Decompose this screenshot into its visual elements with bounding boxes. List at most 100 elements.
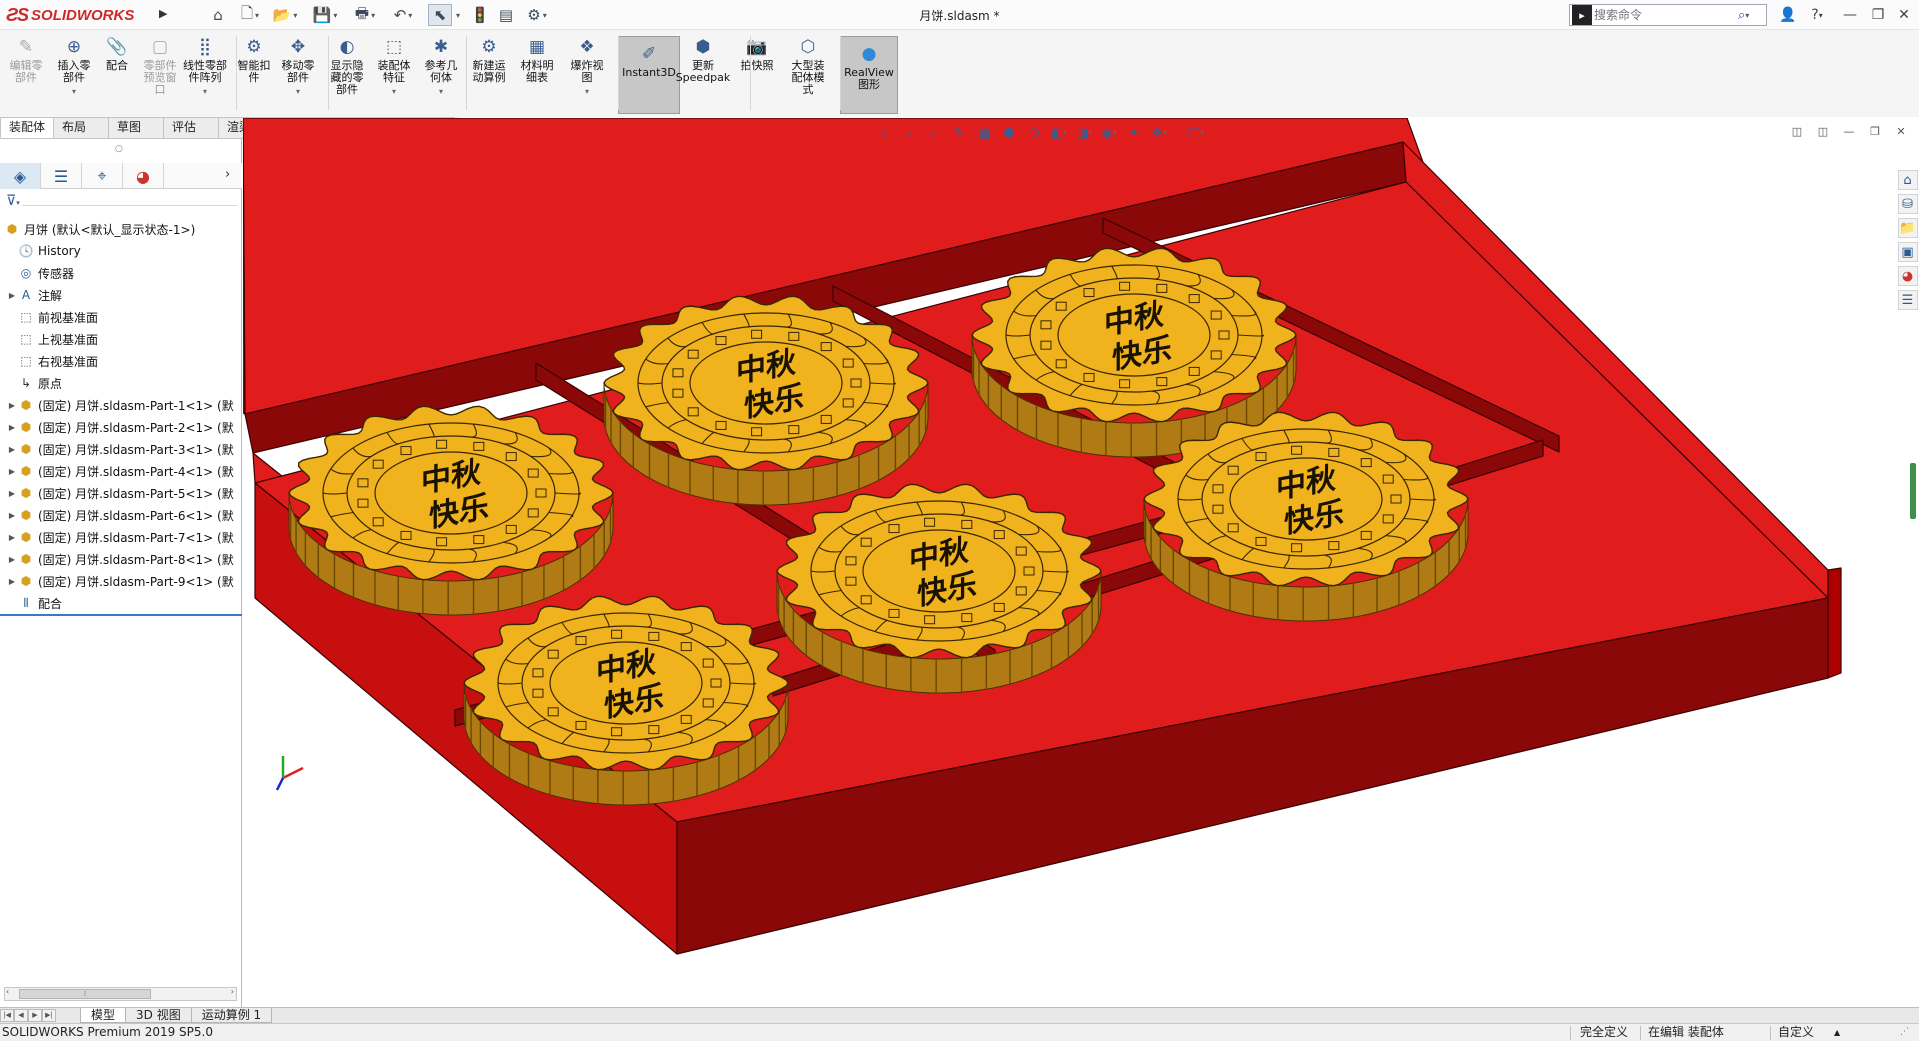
scroll-right-icon[interactable]: ›	[231, 987, 234, 996]
bottom-tab-2[interactable]: 运动算例 1	[190, 1008, 273, 1023]
viewport-tile-icon[interactable]: ◫	[1788, 125, 1806, 141]
tree-item[interactable]: ↳ 原点	[0, 372, 242, 394]
expand-arrow-icon[interactable]: ▶	[6, 445, 18, 454]
filter-icon[interactable]: ⊽▾	[6, 193, 20, 209]
search-dropdown-icon[interactable]: ▾	[1745, 11, 1749, 20]
ribbon-button-10[interactable]: ⚙ 新建运 动算例	[466, 30, 512, 117]
display-style-icon[interactable]: ◧ ▾	[1050, 124, 1068, 142]
save-icon[interactable]: 💾 ▾	[310, 4, 340, 26]
ribbon-button-3[interactable]: ▢ 零部件 预览窗 口	[140, 30, 180, 117]
display-manager-tab-icon[interactable]: ◕	[123, 163, 164, 189]
expand-arrow-icon[interactable]: ▶	[6, 555, 18, 564]
expand-arrow-icon[interactable]: ▶	[6, 423, 18, 432]
viewport-minimize-icon[interactable]: —	[1840, 125, 1858, 141]
tree-item[interactable]: ▶ ⬢ (固定) 月饼.sldasm-Part-6<1> (默	[0, 504, 242, 526]
expand-arrow-icon[interactable]: ▶	[6, 577, 18, 586]
feature-manager-tab-icon[interactable]: ◈	[0, 163, 41, 189]
panel-collapse-handle[interactable]: ○	[115, 144, 123, 154]
tree-horizontal-scrollbar[interactable]: ‹ ⁞ ›	[4, 987, 237, 1001]
resize-grip-icon[interactable]: ⋰	[1900, 1024, 1909, 1041]
ribbon-button-2[interactable]: 📎 配合	[98, 30, 136, 117]
ribbon-button-13[interactable]: ✐ Instant3D	[618, 36, 680, 114]
tree-item[interactable]: ⬚ 上视基准面	[0, 328, 242, 350]
solidworks-resources-icon[interactable]: ⌂	[1897, 170, 1918, 190]
help-icon[interactable]: ? ▾	[1802, 5, 1832, 25]
last-tab-icon[interactable]: ▶|	[42, 1009, 56, 1022]
view-settings-icon[interactable]: ❖ ▾	[1150, 124, 1168, 142]
tab-3[interactable]: 评估	[163, 117, 220, 138]
tree-item[interactable]: ⬚ 右视基准面	[0, 350, 242, 372]
file-properties-icon[interactable]: ▤	[496, 4, 516, 26]
rebuild-icon[interactable]: 🚦	[470, 4, 490, 26]
edit-appearance-icon[interactable]: ◉ ▾	[1100, 124, 1118, 142]
tab-1[interactable]: 布局	[53, 117, 110, 138]
configuration-manager-tab-icon[interactable]: ⌖	[82, 163, 123, 189]
new-document-icon[interactable]: 🗋 ▾	[235, 4, 265, 26]
tree-item[interactable]: 🕓 History	[0, 240, 242, 262]
previous-view-icon[interactable]: ✎	[950, 124, 968, 142]
custom-properties-icon[interactable]: ☰	[1897, 290, 1918, 310]
solidworks-logo[interactable]: ƧS SOLIDWORKS	[6, 3, 158, 27]
minimize-icon[interactable]: —	[1840, 5, 1860, 25]
expand-arrow-icon[interactable]: ▶	[6, 489, 18, 498]
expand-arrow-icon[interactable]: ▶	[6, 533, 18, 542]
expand-arrow-icon[interactable]: ▶	[6, 401, 18, 410]
more-tabs-chevron-icon[interactable]: ›	[225, 167, 230, 182]
undo-icon[interactable]: ↶ ▾	[388, 4, 418, 26]
property-manager-tab-icon[interactable]: ☰	[41, 163, 82, 189]
dropdown-caret-icon[interactable]: ▾	[296, 86, 300, 98]
tree-item[interactable]: ▶ ⬢ (固定) 月饼.sldasm-Part-8<1> (默	[0, 548, 242, 570]
graphics-viewport[interactable]: 中秋 快乐 中秋 快乐 中秋 快乐 中秋 快乐 中秋 快乐 中秋 快乐	[243, 118, 1919, 1007]
zoom-area-icon[interactable]: ⌕	[925, 124, 943, 142]
viewport-restore-icon[interactable]: ❐	[1866, 125, 1884, 141]
viewport-split-icon[interactable]: ◫	[1814, 125, 1832, 141]
tree-item[interactable]: ▶ ⬢ (固定) 月饼.sldasm-Part-9<1> (默	[0, 570, 242, 592]
tree-root[interactable]: ⬢ 月饼 (默认<默认_显示状态-1>)	[0, 218, 242, 240]
ribbon-button-0[interactable]: ✎ 编辑零 部件	[4, 30, 48, 117]
search-input[interactable]	[1594, 8, 1734, 22]
close-icon[interactable]: ✕	[1894, 5, 1914, 25]
file-explorer-icon[interactable]: 📁	[1897, 218, 1918, 238]
ribbon-button-7[interactable]: ◐ 显示隐 藏的零 部件	[324, 30, 370, 117]
dropdown-caret-icon[interactable]: ▾	[585, 86, 589, 98]
select-icon[interactable]: ⬉	[428, 4, 452, 26]
ribbon-button-4[interactable]: ⣿ 线性零部 件阵列 ▾	[176, 30, 234, 117]
ribbon-button-9[interactable]: ✱ 参考几 何体 ▾	[420, 30, 462, 117]
view-palette-icon[interactable]: ▣	[1897, 242, 1918, 262]
open-document-icon[interactable]: 📂 ▾	[270, 4, 300, 26]
tree-item[interactable]: ⬚ 前视基准面	[0, 306, 242, 328]
tab-2[interactable]: 草图	[108, 117, 165, 138]
dropdown-caret-icon[interactable]: ▾	[439, 86, 443, 98]
prev-tab-icon[interactable]: ◀	[14, 1009, 28, 1022]
view-orientation-icon[interactable]: ⤓	[875, 124, 893, 142]
expand-arrow-icon[interactable]: ▶	[6, 291, 18, 300]
dropdown-caret-icon[interactable]: ▾	[392, 86, 396, 98]
ribbon-button-6[interactable]: ✥ 移动零 部件 ▾	[276, 30, 320, 117]
bottom-tab-1[interactable]: 3D 视图	[125, 1008, 192, 1023]
ribbon-button-12[interactable]: ❖ 爆炸视 图 ▾	[562, 30, 612, 117]
first-tab-icon[interactable]: |◀	[0, 1009, 14, 1022]
ribbon-button-1[interactable]: ⊕ 插入零 部件 ▾	[52, 30, 96, 117]
ribbon-button-11[interactable]: ▦ 材料明 细表	[516, 30, 558, 117]
hide-show-icon[interactable]: ◨ ▾	[1075, 124, 1093, 142]
section-view-icon[interactable]: ▦	[975, 124, 993, 142]
zoom-to-fit-icon[interactable]: ⌕	[900, 124, 918, 142]
command-search[interactable]: ▸ ⌕▾	[1569, 4, 1767, 26]
appearances-icon[interactable]: ◕	[1897, 266, 1918, 286]
home-icon[interactable]: ⌂	[207, 4, 229, 26]
select-dropdown-icon[interactable]: ▾	[452, 4, 462, 26]
viewport-scroll-marker[interactable]	[1910, 463, 1916, 519]
tab-0[interactable]: 装配体	[0, 117, 55, 138]
expand-arrow-icon[interactable]: ▶	[6, 511, 18, 520]
bottom-tab-0[interactable]: 模型	[80, 1008, 127, 1023]
dropdown-caret-icon[interactable]: ▾	[72, 86, 76, 98]
ribbon-button-17[interactable]: ● RealView 图形	[840, 36, 898, 114]
tree-item[interactable]: ▶ A 注解	[0, 284, 242, 306]
dropdown-caret-icon[interactable]: ▾	[203, 86, 207, 98]
units-selector[interactable]: 自定义	[1778, 1024, 1814, 1041]
units-dropdown-icon[interactable]: ▲	[1834, 1024, 1840, 1041]
scroll-thumb[interactable]: ⁞	[19, 989, 151, 999]
next-tab-icon[interactable]: ▶	[28, 1009, 42, 1022]
options-gear-icon[interactable]: ⚙ ▾	[520, 4, 554, 26]
restore-icon[interactable]: ❐	[1868, 5, 1888, 25]
